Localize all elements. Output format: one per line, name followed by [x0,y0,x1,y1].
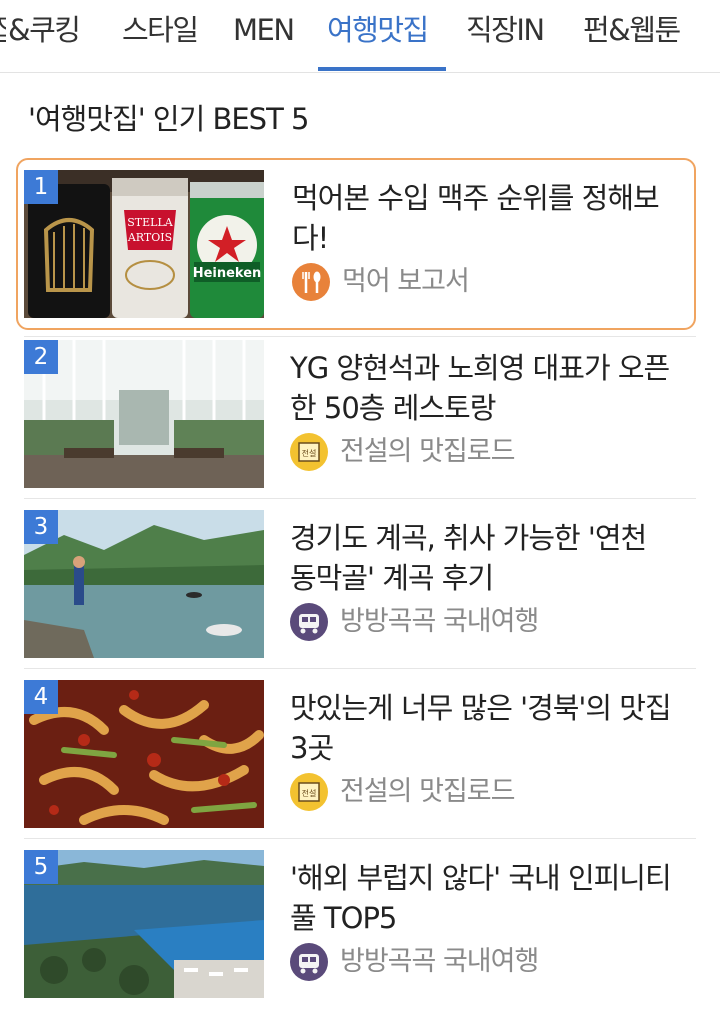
rank-badge: 1 [24,170,58,204]
thumbnail-valley-stream: 3 [24,510,264,658]
divider [24,336,696,337]
active-tab-indicator [318,67,446,71]
source-name: 전설의 맛집로드 [340,776,515,807]
divider [24,838,696,839]
tab-style[interactable]: 스타일 [122,10,199,50]
tab-travel-food[interactable]: 여행맛집 [327,10,429,50]
fork-spoon-icon [292,263,330,301]
divider [24,668,696,669]
tab-partial-cut[interactable]: 집 [0,10,6,50]
source-name: 전설의 맛집로드 [340,436,515,467]
legend-badge-icon: 전설 [290,773,328,811]
source-name: 방방곡곡 국내여행 [340,946,539,977]
rank-badge: 2 [24,340,58,374]
list-item-5[interactable]: 5 '해외 부럽지 않다' 국내 인피니티 풀 TOP5 방방곡곡 국내여행 [24,850,696,1002]
list-item-2[interactable]: 2 YG 양현석과 노희영 대표가 오픈한 50층 레스토랑 전설 전설의 맛집… [24,340,696,492]
heineken-text: Heineken [193,266,262,281]
stella-text-1: STELLA [127,216,174,229]
stella-text-2: ARTOIS [127,231,172,244]
tab-partial-label: 집 [0,13,6,47]
tab-cooking[interactable]: &쿠킹 [8,10,81,50]
train-icon [290,603,328,641]
tab-work[interactable]: 직장IN [466,10,545,50]
item-title[interactable]: 맛있는게 너무 많은 '경북'의 맛집 3곳 [290,688,675,768]
source-name: 먹어 보고서 [342,266,470,297]
rank-badge: 4 [24,680,58,714]
thumbnail-spicy-squid: 4 [24,680,264,828]
legend-badge-icon: 전설 [290,433,328,471]
train-icon [290,943,328,981]
category-tabs: 집 &쿠킹 스타일 MEN 여행맛집 직장IN 펀&웹툰 [0,0,720,73]
section-title: '여행맛집' 인기 BEST 5 [28,102,309,136]
item-title[interactable]: 먹어본 수입 맥주 순위를 정해보다! [292,178,677,258]
tab-fun-webtoon[interactable]: 펀&웹툰 [583,10,681,50]
list-item-1[interactable]: STELLA ARTOIS Heineken 1 먹어본 수입 맥주 순위를 정… [16,158,696,330]
thumbnail-infinity-pool: 5 [24,850,264,998]
rank-badge: 5 [24,850,58,884]
rank-badge: 3 [24,510,58,544]
source-name: 방방곡곡 국내여행 [340,606,539,637]
list-item-4[interactable]: 4 맛있는게 너무 많은 '경북'의 맛집 3곳 전설 전설의 맛집로드 [24,680,696,832]
badge-text: 전설 [302,448,317,458]
divider [24,498,696,499]
thumbnail-beer-cans: STELLA ARTOIS Heineken 1 [24,170,264,318]
item-title[interactable]: YG 양현석과 노희영 대표가 오픈한 50층 레스토랑 [290,348,675,428]
tab-men[interactable]: MEN [233,10,295,50]
item-title[interactable]: '해외 부럽지 않다' 국내 인피니티 풀 TOP5 [290,858,675,938]
badge-text: 전설 [302,788,317,798]
thumbnail-greenhouse-restaurant: 2 [24,340,264,488]
list-item-3[interactable]: 3 경기도 계곡, 취사 가능한 '연천 동막골' 계곡 후기 방방곡곡 국내여… [24,510,696,662]
item-title[interactable]: 경기도 계곡, 취사 가능한 '연천 동막골' 계곡 후기 [290,518,675,598]
